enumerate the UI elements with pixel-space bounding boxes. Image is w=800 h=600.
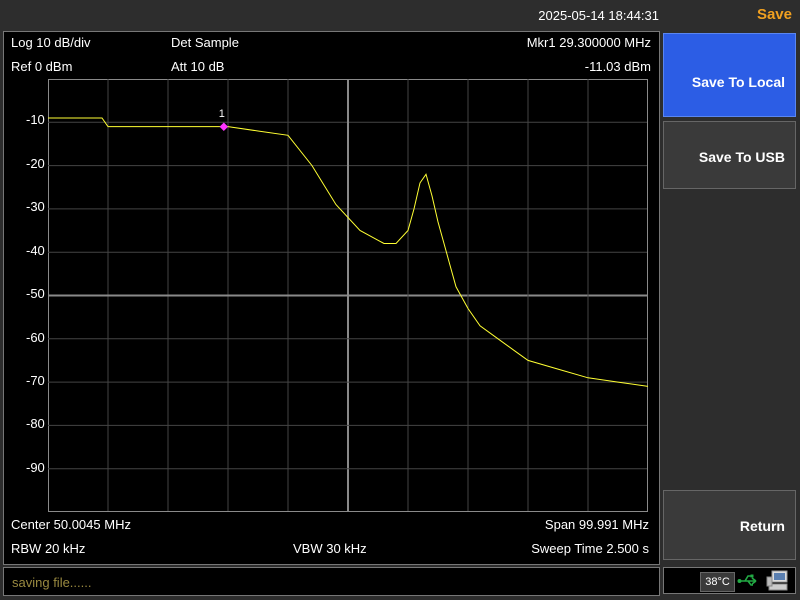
marker-diamond bbox=[219, 122, 229, 132]
y-tick-label: -60 bbox=[26, 330, 45, 345]
menu-title: Save bbox=[756, 6, 792, 23]
save-to-usb-label: Save To USB bbox=[698, 149, 785, 165]
network-computer-icon bbox=[766, 570, 788, 591]
sweep-time-label: Sweep Time 2.500 s bbox=[531, 541, 649, 556]
save-to-local-label: Save To Local bbox=[691, 74, 785, 90]
status-bar: saving file...... bbox=[3, 567, 660, 596]
status-message: saving file...... bbox=[12, 575, 92, 590]
return-button[interactable]: Return bbox=[663, 490, 796, 560]
grid-lines bbox=[48, 79, 648, 512]
y-tick-label: -70 bbox=[26, 373, 45, 388]
reference-level: Ref 0 dBm bbox=[11, 59, 73, 74]
detector-label: Det Sample bbox=[171, 35, 239, 50]
save-to-usb-button[interactable]: Save To USB bbox=[663, 121, 796, 189]
attenuation-label: Att 10 dB bbox=[171, 59, 225, 74]
datetime: 2025-05-14 18:44:31 bbox=[538, 8, 659, 23]
marker-level: -11.03 dBm bbox=[584, 59, 651, 74]
scale-label: Log 10 dB/div bbox=[11, 35, 91, 50]
temperature-badge: 38°C bbox=[700, 572, 735, 592]
save-to-local-button[interactable]: Save To Local bbox=[663, 33, 796, 117]
y-tick-label: -10 bbox=[26, 112, 45, 127]
vbw-label: VBW 30 kHz bbox=[293, 541, 367, 556]
y-tick-label: -50 bbox=[26, 286, 45, 301]
y-tick-label: -30 bbox=[26, 199, 45, 214]
marker-1: 1 bbox=[219, 108, 229, 132]
marker-frequency: Mkr1 29.300000 MHz bbox=[526, 35, 651, 50]
usb-icon bbox=[737, 574, 757, 586]
marker-number: 1 bbox=[219, 108, 225, 120]
return-label: Return bbox=[739, 518, 785, 534]
spectrum-graticule: 1 bbox=[48, 79, 648, 512]
y-tick-label: -90 bbox=[26, 460, 45, 475]
rbw-label: RBW 20 kHz bbox=[11, 541, 86, 556]
y-tick-label: -20 bbox=[26, 156, 45, 171]
span-label: Span 99.991 MHz bbox=[544, 517, 649, 532]
center-frequency: Center 50.0045 MHz bbox=[11, 517, 131, 532]
y-tick-label: -40 bbox=[26, 243, 45, 258]
system-tray: 38°C bbox=[663, 567, 796, 594]
y-tick-label: -80 bbox=[26, 416, 45, 431]
